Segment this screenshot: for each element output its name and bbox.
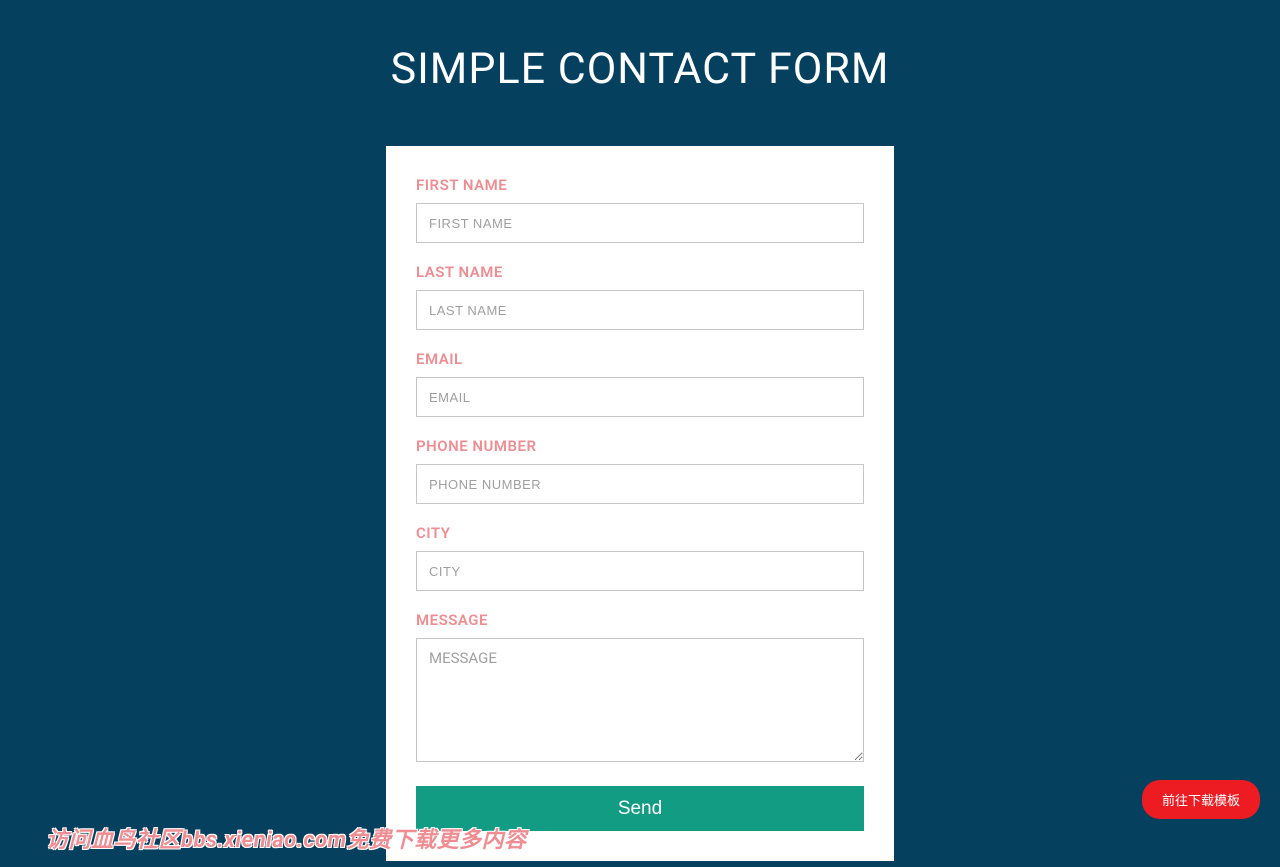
- phone-group: PHONE NUMBER: [416, 437, 864, 504]
- contact-form-card: FIRST NAME LAST NAME EMAIL PHONE NUMBER …: [386, 146, 894, 861]
- last-name-group: LAST NAME: [416, 263, 864, 330]
- first-name-group: FIRST NAME: [416, 176, 864, 243]
- last-name-input[interactable]: [416, 290, 864, 330]
- email-input[interactable]: [416, 377, 864, 417]
- message-group: MESSAGE: [416, 611, 864, 766]
- message-textarea[interactable]: [416, 638, 864, 762]
- phone-input[interactable]: [416, 464, 864, 504]
- city-label: CITY: [416, 524, 864, 542]
- first-name-input[interactable]: [416, 203, 864, 243]
- message-label: MESSAGE: [416, 611, 864, 629]
- first-name-label: FIRST NAME: [416, 176, 864, 194]
- phone-label: PHONE NUMBER: [416, 437, 864, 455]
- last-name-label: LAST NAME: [416, 263, 864, 281]
- city-input[interactable]: [416, 551, 864, 591]
- watermark-text: 访问血鸟社区bbs.xieniao.com免费下载更多内容: [46, 822, 527, 854]
- download-template-button[interactable]: 前往下载模板: [1142, 780, 1260, 819]
- city-group: CITY: [416, 524, 864, 591]
- page-title: SIMPLE CONTACT FORM: [0, 0, 1280, 146]
- email-group: EMAIL: [416, 350, 864, 417]
- email-label: EMAIL: [416, 350, 864, 368]
